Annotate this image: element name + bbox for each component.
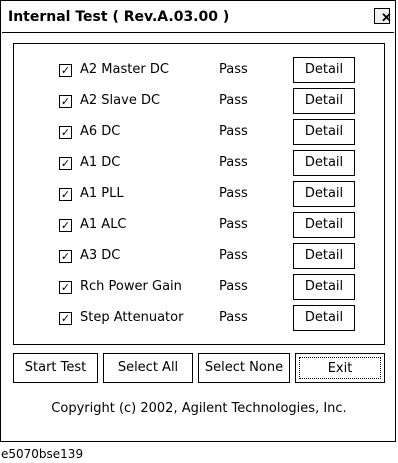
test-checkbox[interactable]: ✓ <box>59 281 72 294</box>
detail-button[interactable]: Detail <box>293 243 355 269</box>
test-name: A1 DC <box>80 155 121 170</box>
check-icon: ✓ <box>60 250 71 263</box>
test-checkbox[interactable]: ✓ <box>59 312 72 325</box>
title-bar: Internal Test ( Rev.A.03.00 ) ✕ <box>2 2 394 33</box>
test-status: Pass <box>219 217 248 232</box>
test-name: A1 PLL <box>80 186 124 201</box>
test-list-group: ✓ A2 Master DC Pass Detail ✓ A2 Slave DC… <box>13 43 385 345</box>
test-name: Step Attenuator <box>80 310 184 325</box>
test-checkbox[interactable]: ✓ <box>59 219 72 232</box>
check-icon: ✓ <box>60 281 71 294</box>
test-row: ✓ Rch Power Gain Pass Detail <box>14 274 384 302</box>
test-status: Pass <box>219 310 248 325</box>
detail-button[interactable]: Detail <box>293 119 355 145</box>
test-name: A2 Master DC <box>80 62 169 77</box>
test-status: Pass <box>219 248 248 263</box>
exit-button[interactable]: Exit <box>295 353 385 383</box>
test-row: ✓ A1 DC Pass Detail <box>14 150 384 178</box>
test-row: ✓ A3 DC Pass Detail <box>14 243 384 271</box>
test-checkbox[interactable]: ✓ <box>59 250 72 263</box>
detail-button[interactable]: Detail <box>293 181 355 207</box>
detail-button[interactable]: Detail <box>293 88 355 114</box>
detail-button[interactable]: Detail <box>293 212 355 238</box>
test-status: Pass <box>219 155 248 170</box>
copyright-text: Copyright (c) 2002, Agilent Technologies… <box>51 401 347 416</box>
test-status: Pass <box>219 279 248 294</box>
select-all-button[interactable]: Select All <box>103 353 193 383</box>
check-icon: ✓ <box>60 95 71 108</box>
test-checkbox[interactable]: ✓ <box>59 64 72 77</box>
test-name: A6 DC <box>80 124 121 139</box>
test-name: A1 ALC <box>80 217 127 232</box>
test-row: ✓ A2 Master DC Pass Detail <box>14 57 384 85</box>
test-checkbox[interactable]: ✓ <box>59 95 72 108</box>
check-icon: ✓ <box>60 64 71 77</box>
test-status: Pass <box>219 62 248 77</box>
window-title: Internal Test ( Rev.A.03.00 ) <box>8 9 230 25</box>
test-checkbox[interactable]: ✓ <box>59 157 72 170</box>
test-name: A3 DC <box>80 248 121 263</box>
test-row: ✓ A2 Slave DC Pass Detail <box>14 88 384 116</box>
test-row: ✓ A1 PLL Pass Detail <box>14 181 384 209</box>
select-none-button[interactable]: Select None <box>198 353 290 383</box>
test-status: Pass <box>219 93 248 108</box>
check-icon: ✓ <box>60 157 71 170</box>
test-status: Pass <box>219 186 248 201</box>
detail-button[interactable]: Detail <box>293 57 355 83</box>
test-row: ✓ A6 DC Pass Detail <box>14 119 384 147</box>
test-status: Pass <box>219 124 248 139</box>
test-checkbox[interactable]: ✓ <box>59 188 72 201</box>
test-checkbox[interactable]: ✓ <box>59 126 72 139</box>
close-icon: ✕ <box>381 10 392 25</box>
check-icon: ✓ <box>60 219 71 232</box>
detail-button[interactable]: Detail <box>293 150 355 176</box>
test-name: A2 Slave DC <box>80 93 161 108</box>
test-row: ✓ A1 ALC Pass Detail <box>14 212 384 240</box>
test-row: ✓ Step Attenuator Pass Detail <box>14 305 384 333</box>
detail-button[interactable]: Detail <box>293 305 355 331</box>
check-icon: ✓ <box>60 126 71 139</box>
check-icon: ✓ <box>60 312 71 325</box>
exit-button-label: Exit <box>299 357 381 379</box>
check-icon: ✓ <box>60 188 71 201</box>
internal-test-dialog: Internal Test ( Rev.A.03.00 ) ✕ ✓ A2 Mas… <box>0 0 396 442</box>
detail-button[interactable]: Detail <box>293 274 355 300</box>
start-test-button[interactable]: Start Test <box>13 353 98 383</box>
test-name: Rch Power Gain <box>80 279 182 294</box>
close-button[interactable]: ✕ <box>374 8 392 25</box>
figure-caption: e5070bse139 <box>1 447 84 461</box>
